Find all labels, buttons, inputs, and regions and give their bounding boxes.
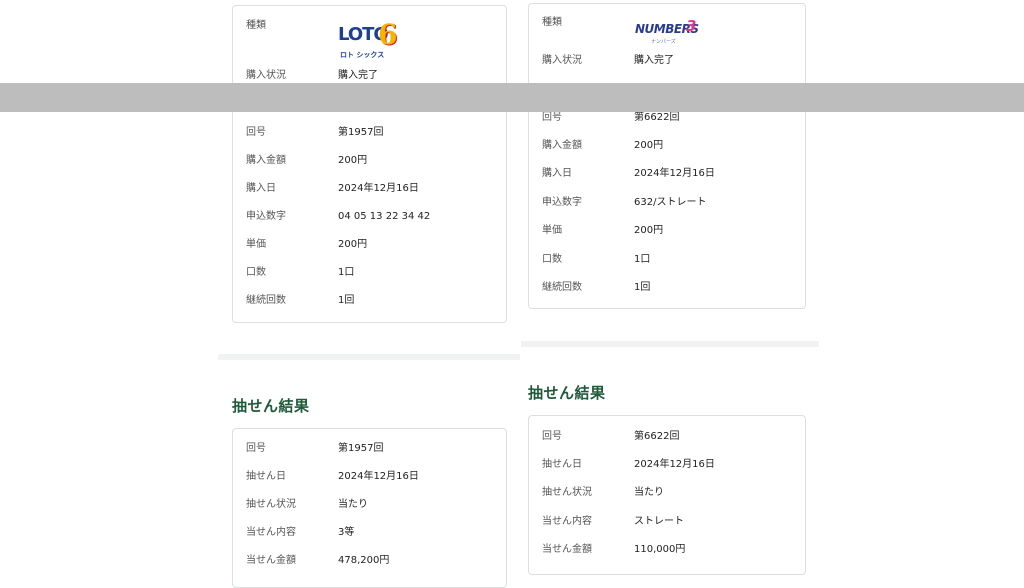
row-label: 継続回数 xyxy=(246,295,286,306)
row-label: 申込数字 xyxy=(246,211,286,222)
row-value: 1口 xyxy=(338,267,355,278)
numbers3-logo-number: 3 xyxy=(686,17,697,35)
purchase-row-date: 購入日 2024年12月16日 xyxy=(529,164,805,184)
result-row-prize-amount: 当せん金額 478,200円 xyxy=(233,551,506,571)
purchase-row-amount: 購入金額 200円 xyxy=(233,151,506,171)
row-value: ストレート xyxy=(634,516,684,527)
row-value: 200円 xyxy=(338,239,368,250)
row-value: 2024年12月16日 xyxy=(338,471,419,482)
loto6-purchase-card: 種類 LOTO 6 ロト シックス 購入状況 購入完了 回号 第1957回 購入… xyxy=(232,5,507,323)
purchase-row-continuation: 継続回数 1回 xyxy=(233,291,506,311)
row-label: 当せん内容 xyxy=(542,516,592,527)
purchase-row-numbers: 申込数字 632/ストレート xyxy=(529,193,805,213)
row-value: 第6622回 xyxy=(634,431,680,442)
row-label: 購入状況 xyxy=(542,55,582,66)
row-label: 抽せん日 xyxy=(542,459,582,470)
row-label: 抽せん状況 xyxy=(246,499,296,510)
row-value: 200円 xyxy=(634,140,664,151)
purchase-row-numbers: 申込数字 04 05 13 22 34 42 xyxy=(233,207,506,227)
numbers3-logo-sub: ナンバーズ xyxy=(651,39,676,45)
result-row-prize-tier: 当せん内容 3等 xyxy=(233,523,506,543)
row-value: 200円 xyxy=(338,155,368,166)
loto6-result-card: 回号 第1957回 抽せん日 2024年12月16日 抽せん状況 当たり 当せん… xyxy=(232,428,507,588)
numbers3-result-heading: 抽せん結果 xyxy=(528,384,606,402)
numbers3-logo: NUMBERS 3 ナンバーズ xyxy=(635,17,699,45)
row-label: 購入金額 xyxy=(542,140,582,151)
row-label: 抽せん状況 xyxy=(542,487,592,498)
result-row-prize-type: 当せん内容 ストレート xyxy=(529,512,805,532)
row-label: 回号 xyxy=(246,443,266,454)
row-label: 購入日 xyxy=(246,183,276,194)
row-value: 2024年12月16日 xyxy=(338,183,419,194)
purchase-row-units: 口数 1口 xyxy=(233,263,506,283)
row-value: 632/ストレート xyxy=(634,197,707,208)
purchase-row-date: 購入日 2024年12月16日 xyxy=(233,179,506,199)
row-value: 1口 xyxy=(634,254,651,265)
section-separator xyxy=(218,354,520,360)
numbers3-purchase-card: 種類 NUMBERS 3 ナンバーズ 購入状況 購入完了 回号 第6622回 購… xyxy=(528,3,806,309)
row-value: 当たり xyxy=(338,499,368,510)
row-value: 110,000円 xyxy=(634,544,686,555)
row-label: 当せん内容 xyxy=(246,527,296,538)
row-label: 当せん金額 xyxy=(542,544,592,555)
result-row-draw-date: 抽せん日 2024年12月16日 xyxy=(529,455,805,475)
row-label: 回号 xyxy=(542,431,562,442)
loto6-logo: LOTO 6 ロト シックス xyxy=(338,20,398,60)
row-label: 単価 xyxy=(542,225,562,236)
purchase-row-amount: 購入金額 200円 xyxy=(529,136,805,156)
loto6-logo-sub: ロト シックス xyxy=(340,51,385,59)
row-label: 口数 xyxy=(246,267,266,278)
row-label: 継続回数 xyxy=(542,282,582,293)
result-row-draw-status: 抽せん状況 当たり xyxy=(233,495,506,515)
row-label: 種類 xyxy=(542,17,562,28)
purchase-row-units: 口数 1口 xyxy=(529,250,805,270)
row-value: 第1957回 xyxy=(338,127,384,138)
row-label: 購入金額 xyxy=(246,155,286,166)
section-separator xyxy=(521,341,819,347)
purchase-row-type: 種類 LOTO 6 ロト シックス xyxy=(233,16,506,60)
row-value: 200円 xyxy=(634,225,664,236)
numbers3-result-card: 回号 第6622回 抽せん日 2024年12月16日 抽せん状況 当たり 当せん… xyxy=(528,415,806,575)
purchase-row-status: 購入状況 購入完了 xyxy=(529,51,805,71)
result-row-draw-status: 抽せん状況 当たり xyxy=(529,483,805,503)
row-value: 第1957回 xyxy=(338,443,384,454)
row-value: 1回 xyxy=(338,295,355,306)
result-row-draw-number: 回号 第6622回 xyxy=(529,427,805,447)
purchase-row-unit-price: 単価 200円 xyxy=(233,235,506,255)
row-label: 抽せん日 xyxy=(246,471,286,482)
purchase-row-continuation: 継続回数 1回 xyxy=(529,278,805,298)
row-value: 478,200円 xyxy=(338,555,390,566)
result-row-prize-amount: 当せん金額 110,000円 xyxy=(529,540,805,560)
row-label: 申込数字 xyxy=(542,197,582,208)
row-label: 口数 xyxy=(542,254,562,265)
row-value: 2024年12月16日 xyxy=(634,168,715,179)
loto6-result-heading: 抽せん結果 xyxy=(232,397,310,415)
purchase-row-unit-price: 単価 200円 xyxy=(529,221,805,241)
row-label: 当せん金額 xyxy=(246,555,296,566)
overlay-bar xyxy=(0,83,1024,112)
purchase-row-draw-number: 回号 第1957回 xyxy=(233,123,506,143)
result-row-draw-date: 抽せん日 2024年12月16日 xyxy=(233,467,506,487)
row-label: 単価 xyxy=(246,239,266,250)
row-value: 3等 xyxy=(338,527,355,538)
row-label: 種類 xyxy=(246,20,266,31)
row-label: 購入日 xyxy=(542,168,572,179)
row-value: 当たり xyxy=(634,487,664,498)
purchase-row-type: 種類 NUMBERS 3 ナンバーズ xyxy=(529,13,805,45)
row-value: 1回 xyxy=(634,282,651,293)
row-value: 04 05 13 22 34 42 xyxy=(338,211,431,222)
row-value: 購入完了 xyxy=(634,55,674,66)
row-label: 回号 xyxy=(246,127,266,138)
result-row-draw-number: 回号 第1957回 xyxy=(233,439,506,459)
row-value: 2024年12月16日 xyxy=(634,459,715,470)
